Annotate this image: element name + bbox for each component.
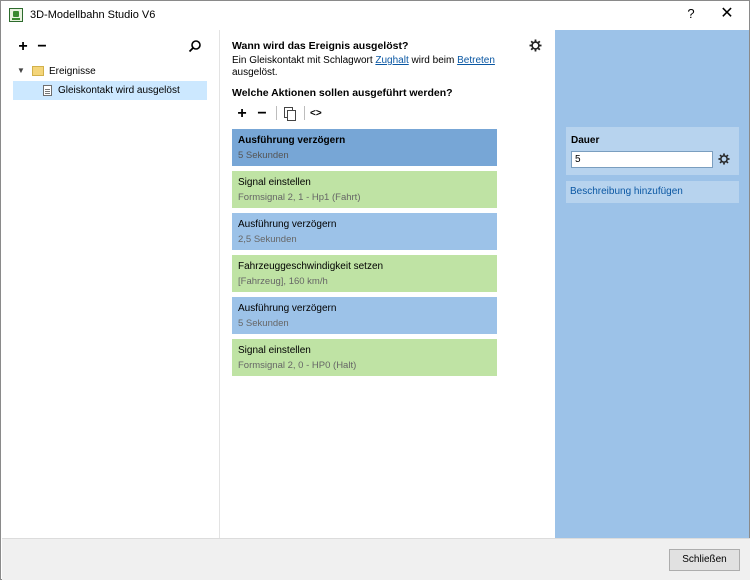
search-icon bbox=[188, 40, 201, 53]
duration-settings-button[interactable] bbox=[718, 153, 730, 165]
tree-item-ereignisse[interactable]: ▼ Ereignisse bbox=[16, 62, 206, 80]
trigger-text: wird beim bbox=[408, 55, 458, 66]
description-box: Beschreibung hinzufügen bbox=[566, 181, 739, 203]
tree-item-gleiskontakt[interactable]: Gleiskontakt wird ausgelöst bbox=[13, 81, 207, 100]
trigger-text: Ein Gleiskontakt mit Schlagwort bbox=[232, 55, 376, 66]
trigger-heading: Wann wird das Ereignis ausgelöst? bbox=[232, 40, 409, 52]
chevron-down-icon[interactable]: ▼ bbox=[16, 66, 26, 76]
gear-icon bbox=[529, 39, 542, 52]
toolbar-divider bbox=[276, 106, 277, 120]
tag-link[interactable]: Zughalt bbox=[375, 55, 408, 66]
add-action-button[interactable]: + bbox=[235, 106, 249, 122]
tree-item-label: Gleiskontakt wird ausgelöst bbox=[58, 85, 180, 96]
action-item[interactable]: Ausführung verzögern 5 Sekunden bbox=[232, 297, 497, 334]
action-item[interactable]: Signal einstellen Formsignal 2, 1 - Hp1 (… bbox=[232, 171, 497, 208]
search-button[interactable] bbox=[188, 39, 202, 53]
tree-item-label: Ereignisse bbox=[49, 65, 96, 77]
settings-button[interactable] bbox=[529, 39, 542, 52]
action-item[interactable]: Ausführung verzögern 2,5 Sekunden bbox=[232, 213, 497, 250]
action-item[interactable]: Signal einstellen Formsignal 2, 0 - HP0 (… bbox=[232, 339, 497, 376]
title-bar: 3D-Modellbahn Studio V6 ? ✕ bbox=[1, 1, 749, 30]
add-event-button[interactable]: + bbox=[16, 39, 30, 55]
actions-heading: Welche Aktionen sollen ausgeführt werden… bbox=[232, 87, 453, 99]
duration-label: Dauer bbox=[571, 135, 600, 146]
remove-action-button[interactable]: − bbox=[255, 106, 269, 122]
action-title: Signal einstellen bbox=[238, 345, 311, 356]
action-title: Fahrzeuggeschwindigkeit setzen bbox=[238, 261, 384, 272]
event-editor-panel: Wann wird das Ereignis ausgelöst? Ein Gl… bbox=[220, 30, 555, 538]
folder-icon bbox=[32, 66, 44, 76]
action-subtitle: 5 Sekunden bbox=[238, 150, 289, 161]
code-view-button[interactable]: <> bbox=[310, 108, 322, 119]
close-window-button[interactable]: ✕ bbox=[717, 4, 737, 24]
mode-link[interactable]: Betreten bbox=[457, 55, 495, 66]
window-title: 3D-Modellbahn Studio V6 bbox=[30, 9, 156, 21]
app-window: 3D-Modellbahn Studio V6 ? ✕ + − ▼ Ereign… bbox=[0, 0, 750, 580]
add-description-link[interactable]: Beschreibung hinzufügen bbox=[570, 186, 683, 197]
action-title: Ausführung verzögern bbox=[238, 219, 337, 230]
properties-panel: Dauer Beschreibung hinzufügen bbox=[555, 30, 749, 538]
action-subtitle: Formsignal 2, 0 - HP0 (Halt) bbox=[238, 360, 357, 371]
action-title: Signal einstellen bbox=[238, 177, 311, 188]
document-icon bbox=[43, 85, 52, 96]
remove-event-button[interactable]: − bbox=[35, 39, 49, 55]
dialog-footer: Schließen bbox=[2, 538, 750, 580]
help-button[interactable]: ? bbox=[684, 6, 698, 24]
event-tree-panel: + − ▼ Ereignisse Gleiskontakt wird ausge… bbox=[2, 30, 219, 538]
action-subtitle: 2,5 Sekunden bbox=[238, 234, 297, 245]
action-item[interactable]: Ausführung verzögern 5 Sekunden bbox=[232, 129, 497, 166]
action-item[interactable]: Fahrzeuggeschwindigkeit setzen [Fahrzeug]… bbox=[232, 255, 497, 292]
toolbar-divider bbox=[304, 106, 305, 120]
close-button[interactable]: Schließen bbox=[669, 549, 740, 571]
action-subtitle: Formsignal 2, 1 - Hp1 (Fahrt) bbox=[238, 192, 361, 203]
action-title: Ausführung verzögern bbox=[238, 135, 346, 146]
trigger-text: ausgelöst. bbox=[232, 67, 278, 78]
action-subtitle: 5 Sekunden bbox=[238, 318, 289, 329]
gear-icon bbox=[718, 153, 730, 165]
copy-icon bbox=[284, 107, 296, 121]
action-subtitle: [Fahrzeug], 160 km/h bbox=[238, 276, 328, 287]
action-title: Ausführung verzögern bbox=[238, 303, 337, 314]
duration-property: Dauer bbox=[566, 127, 739, 175]
app-logo-icon bbox=[9, 8, 23, 22]
duration-input[interactable] bbox=[571, 151, 713, 168]
copy-action-button[interactable] bbox=[282, 106, 298, 122]
trigger-description: Ein Gleiskontakt mit Schlagwort Zughalt … bbox=[232, 55, 532, 79]
